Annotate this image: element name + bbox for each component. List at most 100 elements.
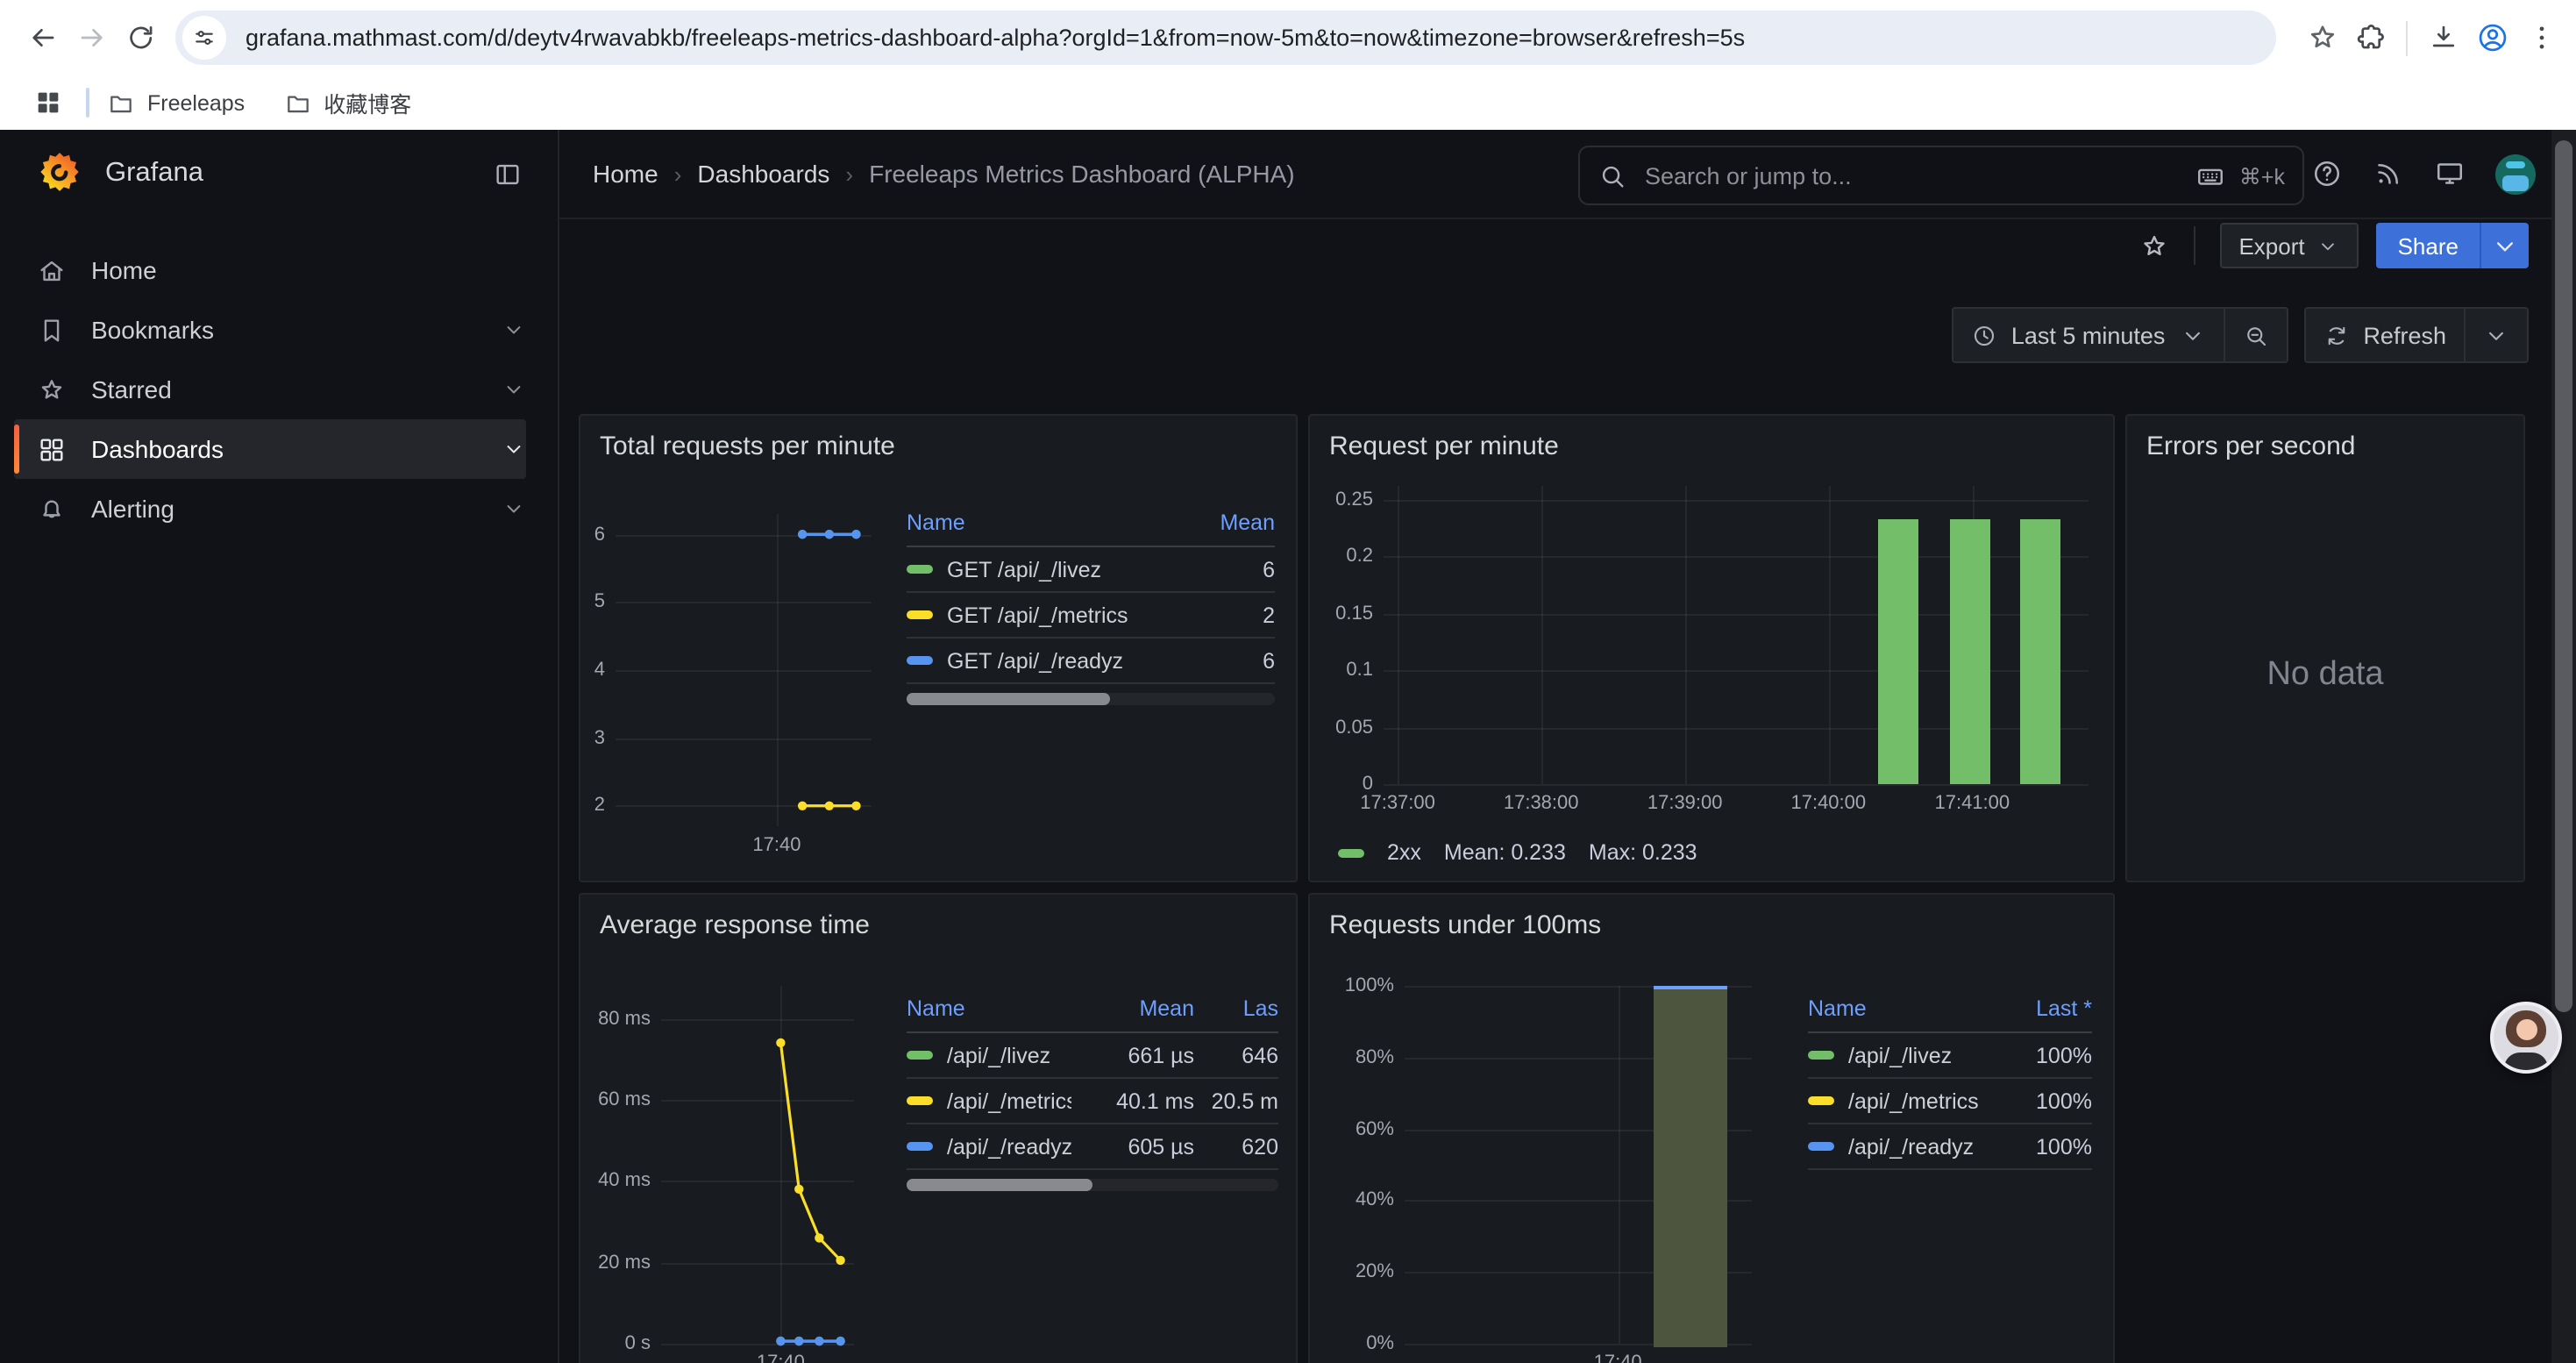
panel-title[interactable]: Errors per second <box>2146 432 2355 461</box>
share-button[interactable]: Share <box>2377 223 2529 268</box>
legend-row[interactable]: /api/_/livez100% <box>1808 1033 2092 1079</box>
breadcrumb-item[interactable]: Freeleaps Metrics Dashboard (ALPHA) <box>869 160 1295 188</box>
sidebar-toggle-icon[interactable] <box>493 159 523 189</box>
refresh-button[interactable]: Refresh <box>2305 309 2464 361</box>
column-header[interactable]: Name <box>907 996 1071 1021</box>
column-header[interactable]: Name <box>907 510 1156 535</box>
table-scrollbar-thumb[interactable] <box>907 1179 1092 1191</box>
chevron-down-icon[interactable] <box>502 318 526 342</box>
legend-row[interactable]: /api/_/readyz100% <box>1808 1124 2092 1170</box>
grafana-logo-icon[interactable] <box>37 151 82 196</box>
breadcrumb-separator: › <box>674 161 682 187</box>
column-header[interactable]: Las <box>1208 996 1278 1021</box>
y-tick-label: 60% <box>1356 1118 1394 1139</box>
page-scrollbar[interactable] <box>2551 130 2576 1363</box>
export-button[interactable]: Export <box>2219 223 2359 268</box>
y-tick-label: 0.1 <box>1346 660 1373 681</box>
chart-plot[interactable]: 80 ms60 ms40 ms20 ms0 s17:40 <box>591 986 854 1363</box>
sidebar-item-dashboards[interactable]: Dashboards <box>14 419 526 479</box>
chevron-down-icon[interactable] <box>502 496 526 521</box>
x-tick-label: 17:37:00 <box>1360 793 1435 814</box>
sidebar-item-alerting[interactable]: Alerting <box>0 479 526 539</box>
legend-row[interactable]: GET /api/_/metrics2 <box>907 593 1275 639</box>
chart-plot[interactable]: 100%80%60%40%20%0%17:40 <box>1324 986 1752 1363</box>
column-header[interactable]: Mean <box>1170 510 1275 535</box>
y-tick-label: 3 <box>594 727 605 748</box>
rss-icon[interactable] <box>2373 158 2404 189</box>
share-chevron-icon[interactable] <box>2480 223 2529 268</box>
x-tick-label: 17:41:00 <box>1934 793 2010 814</box>
table-scrollbar[interactable] <box>907 1179 1278 1191</box>
address-bar[interactable] <box>175 11 2276 65</box>
scrollbar-thumb[interactable] <box>2555 140 2572 1012</box>
plot-area[interactable]: 17:40 <box>1405 986 1752 1363</box>
chart-plot[interactable]: 6543217:40 <box>591 514 872 865</box>
legend-row[interactable]: GET /api/_/livez6 <box>907 547 1275 593</box>
panel-title[interactable]: Average response time <box>600 910 870 940</box>
legend-row[interactable]: /api/_/metrics40.1 ms20.5 m <box>907 1079 1278 1124</box>
column-header[interactable]: Name <box>1808 996 1980 1021</box>
chevron-down-icon[interactable] <box>502 377 526 402</box>
sidebar-item-bookmarks[interactable]: Bookmarks <box>0 300 526 360</box>
bookmark-item[interactable]: 收藏博客 <box>283 86 411 119</box>
legend-row[interactable]: GET /api/_/readyz6 <box>907 639 1275 684</box>
breadcrumb-item[interactable]: Dashboards <box>697 160 829 188</box>
bar[interactable] <box>2021 519 2061 784</box>
profile-icon[interactable] <box>2467 13 2516 62</box>
gridline <box>1685 486 1687 784</box>
back-icon[interactable] <box>18 13 67 62</box>
legend-row[interactable]: /api/_/readyz605 µs620 <box>907 1124 1278 1170</box>
table-scrollbar[interactable] <box>907 693 1275 705</box>
site-settings-icon[interactable] <box>182 16 226 60</box>
display-icon[interactable] <box>2434 158 2466 189</box>
downloads-icon[interactable] <box>2418 13 2467 62</box>
sidebar-item-starred[interactable]: Starred <box>0 360 526 419</box>
chart-plot[interactable]: 0.250.20.150.10.05017:37:0017:38:0017:39… <box>1324 486 2089 823</box>
keyboard-icon <box>2195 161 2225 190</box>
bar[interactable] <box>1653 986 1726 1347</box>
breadcrumb-item[interactable]: Home <box>593 160 658 188</box>
chart-legend[interactable]: 2xxMean: 0.233Max: 0.233 <box>1338 840 1697 865</box>
bar[interactable] <box>1951 519 1991 784</box>
plot-area[interactable]: 17:40 <box>661 986 854 1363</box>
user-avatar[interactable] <box>2495 153 2536 194</box>
search-box[interactable]: ⌘+k <box>1578 146 2304 205</box>
column-header[interactable]: Last * <box>1994 996 2092 1021</box>
refresh-label: Refresh <box>2363 322 2446 348</box>
bookmark-star-icon[interactable] <box>2297 13 2346 62</box>
browser-toolbar <box>0 0 2576 75</box>
menu-dots-icon[interactable] <box>2516 13 2565 62</box>
chevron-down-icon[interactable] <box>502 437 526 461</box>
panel-title[interactable]: Total requests per minute <box>600 432 895 461</box>
zoom-out-icon <box>2242 322 2268 348</box>
reload-icon[interactable] <box>116 13 165 62</box>
favorite-star-icon[interactable] <box>2138 231 2168 260</box>
legend-stat: Max: 0.233 <box>1589 840 1697 865</box>
table-scrollbar-thumb[interactable] <box>907 693 1109 705</box>
assistant-avatar[interactable] <box>2490 1002 2562 1074</box>
panel-title[interactable]: Request per minute <box>1329 432 1559 461</box>
bar[interactable] <box>1878 519 1918 784</box>
panel-title[interactable]: Requests under 100ms <box>1329 910 1601 940</box>
sidebar-item-home[interactable]: Home <box>0 240 526 300</box>
plot-area[interactable]: 17:40 <box>616 514 872 865</box>
series-name[interactable]: 2xx <box>1387 840 1421 865</box>
series-value: 2 <box>1170 603 1275 627</box>
time-range-picker[interactable]: Last 5 minutes <box>1953 309 2224 361</box>
forward-icon[interactable] <box>67 13 116 62</box>
series-color-chip <box>907 1142 933 1151</box>
plot-area[interactable]: 17:37:0017:38:0017:39:0017:40:0017:41:00 <box>1384 486 2089 823</box>
share-label[interactable]: Share <box>2377 223 2480 268</box>
url-input[interactable] <box>242 23 2276 53</box>
refresh-interval-dropdown[interactable] <box>2464 309 2527 361</box>
sidebar-item-label: Home <box>91 256 526 284</box>
apps-grid-icon[interactable] <box>23 78 72 127</box>
extensions-icon[interactable] <box>2346 13 2395 62</box>
zoom-out-button[interactable] <box>2223 309 2286 361</box>
search-input[interactable] <box>1641 161 2181 190</box>
legend-row[interactable]: /api/_/livez661 µs646 <box>907 1033 1278 1079</box>
column-header[interactable]: Mean <box>1085 996 1194 1021</box>
bookmark-item[interactable]: Freeleaps <box>107 89 245 117</box>
help-icon[interactable] <box>2311 158 2343 189</box>
legend-row[interactable]: /api/_/metrics100% <box>1808 1079 2092 1124</box>
